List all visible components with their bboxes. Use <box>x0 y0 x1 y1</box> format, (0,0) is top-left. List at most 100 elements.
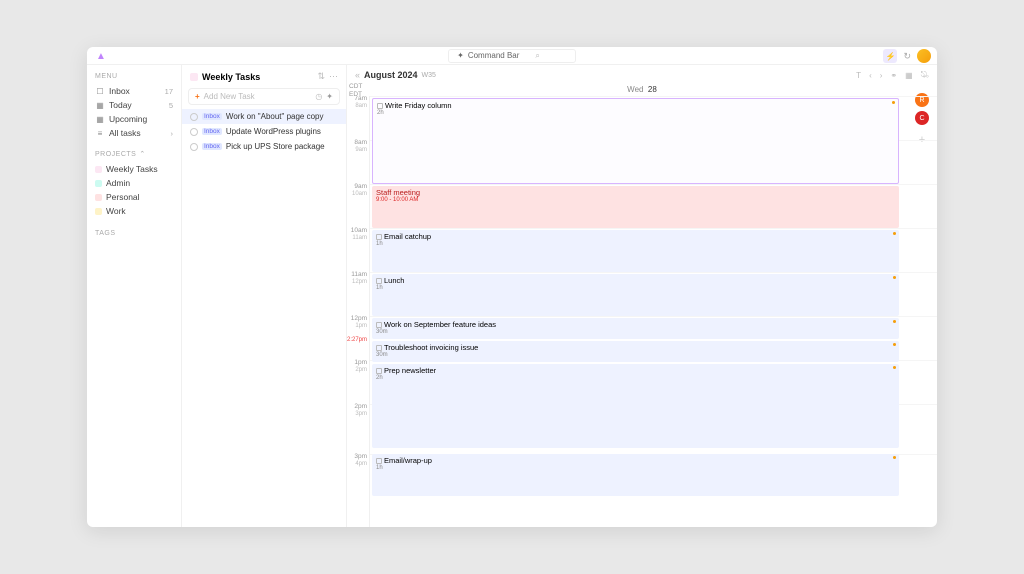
calendar-event[interactable]: Email catchup1h <box>372 230 899 272</box>
sidebar: MENU ☐Inbox17▦Today5▦Upcoming≡All tasks›… <box>87 65 182 527</box>
event-duration: 1h <box>376 285 895 291</box>
sparkle-icon: ✦ <box>457 51 464 60</box>
hour-line <box>370 184 937 185</box>
more-icon[interactable]: ⋯ <box>329 71 338 82</box>
sidebar-item-inbox[interactable]: ☐Inbox17 <box>91 84 177 98</box>
tags-heading[interactable]: TAGS <box>91 228 177 239</box>
add-task-placeholder: Add New Task <box>204 92 312 101</box>
calendar-header: « August 2024 W35 T ‹ › ⚭ ▦ ⎋ <box>347 65 937 83</box>
event-title: Work on September feature ideas <box>384 320 496 329</box>
task-row[interactable]: InboxPick up UPS Store package <box>182 139 346 154</box>
calendar-icon[interactable]: ▦ <box>903 71 915 80</box>
event-title: Prep newsletter <box>384 366 436 375</box>
sidebar-item-today[interactable]: ▦Today5 <box>91 98 177 112</box>
calendar-event[interactable]: Prep newsletter2h <box>372 364 899 448</box>
calendar-panel: « August 2024 W35 T ‹ › ⚭ ▦ ⎋ ◦◦ CDT EDT… <box>347 65 937 527</box>
calendar-body: 7am8am8am9am9am10am10am11am11am12pm12pm1… <box>347 96 937 527</box>
event-checkbox[interactable] <box>376 234 382 240</box>
add-task-input[interactable]: + Add New Task ◷ ✦ <box>188 88 340 105</box>
event-color-dot <box>892 101 895 104</box>
project-color-icon <box>95 180 102 187</box>
main-area: MENU ☐Inbox17▦Today5▦Upcoming≡All tasks›… <box>87 65 937 527</box>
event-checkbox[interactable] <box>376 345 382 351</box>
people-icon[interactable]: ◦◦ <box>923 71 929 81</box>
calendar-event[interactable]: Lunch1h <box>372 274 899 316</box>
current-time-label: 12:27pm <box>347 337 367 343</box>
next-icon[interactable]: › <box>878 71 885 80</box>
event-color-dot <box>893 276 896 279</box>
event-checkbox[interactable] <box>376 458 382 464</box>
task-text: Work on "About" page copy <box>226 112 324 121</box>
nav-label: Upcoming <box>109 114 169 124</box>
project-label: Personal <box>106 192 173 202</box>
project-admin[interactable]: Admin <box>91 176 177 190</box>
project-personal[interactable]: Personal <box>91 190 177 204</box>
task-checkbox[interactable] <box>190 143 198 151</box>
event-checkbox[interactable] <box>376 278 382 284</box>
task-checkbox[interactable] <box>190 128 198 136</box>
project-color-icon <box>95 194 102 201</box>
project-label: Weekly Tasks <box>106 164 173 174</box>
time-column: 7am8am8am9am9am10am10am11am11am12pm12pm1… <box>347 96 369 527</box>
nav-count: 17 <box>165 87 173 96</box>
calendar-event[interactable]: Work on September feature ideas30m <box>372 318 899 339</box>
calendar-event[interactable]: Write Friday column2h <box>372 98 899 184</box>
event-duration: 30m <box>376 329 895 335</box>
nav-icon: ▦ <box>95 101 105 110</box>
event-title: Lunch <box>384 276 404 285</box>
event-checkbox[interactable] <box>376 322 382 328</box>
menu-heading: MENU <box>91 71 177 82</box>
collapse-panel-icon[interactable]: « <box>355 70 360 80</box>
project-work[interactable]: Work <box>91 204 177 218</box>
prev-icon[interactable]: ‹ <box>867 71 874 80</box>
time-label: 12pm1pm <box>351 316 367 329</box>
project-label: Work <box>106 206 173 216</box>
event-color-dot <box>893 343 896 346</box>
tasks-header: Weekly Tasks ⇅ ⋯ <box>182 65 346 86</box>
calendar-event[interactable]: Staff meeting9:00 - 10:00 AM <box>372 186 899 228</box>
event-checkbox[interactable] <box>377 103 383 109</box>
sidebar-item-all-tasks[interactable]: ≡All tasks› <box>91 126 177 140</box>
user-avatar[interactable] <box>917 49 931 63</box>
event-title: Troubleshoot invoicing issue <box>384 343 478 352</box>
nav-count: › <box>171 129 174 138</box>
magic-icon[interactable]: ✦ <box>326 92 333 101</box>
projects-heading[interactable]: PROJECTS ⌃ <box>91 148 177 160</box>
bolt-icon[interactable]: ⚡ <box>883 49 897 63</box>
event-duration: 1h <box>376 465 895 471</box>
search-icon: ⌕ <box>535 51 539 61</box>
event-checkbox[interactable] <box>376 368 382 374</box>
sync-icon[interactable]: ↻ <box>903 51 911 62</box>
topbar-right: ⚡ ↻ <box>883 49 931 63</box>
project-color-icon <box>95 208 102 215</box>
project-weekly-tasks[interactable]: Weekly Tasks <box>91 162 177 176</box>
link-icon[interactable]: ⚭ <box>888 71 899 80</box>
calendar-event[interactable]: Email/wrap-up1h <box>372 454 899 496</box>
nav-label: Today <box>109 100 165 110</box>
app-logo-icon[interactable]: ▲ <box>95 50 107 62</box>
event-color-dot <box>893 320 896 323</box>
sidebar-item-upcoming[interactable]: ▦Upcoming <box>91 112 177 126</box>
events-column[interactable]: Write Friday column2hStaff meeting9:00 -… <box>369 96 937 527</box>
app-window: ▲ ✦ Command Bar ⌕ ⚡ ↻ MENU ☐Inbox17 ▦ Toda… <box>87 47 937 527</box>
calendar-week: W35 <box>422 72 436 79</box>
time-label: 2pm3pm <box>354 404 367 417</box>
topbar: ▲ ✦ Command Bar ⌕ ⚡ ↻ <box>87 47 937 65</box>
task-checkbox[interactable] <box>190 113 198 121</box>
task-row[interactable]: InboxUpdate WordPress plugins <box>182 124 346 139</box>
event-duration: 2h <box>376 375 895 381</box>
inbox-tag: Inbox <box>202 128 222 135</box>
hour-line <box>370 316 937 317</box>
command-bar-label: Command Bar <box>468 51 520 60</box>
task-row[interactable]: Inbox Work on "About" page copy <box>182 109 346 124</box>
time-label: 3pm4pm <box>354 454 367 467</box>
command-bar[interactable]: ✦ Command Bar ⌕ <box>448 49 576 63</box>
calendar-month: August 2024 <box>364 70 418 80</box>
today-button[interactable]: T <box>854 71 863 80</box>
clock-icon[interactable]: ◷ <box>315 92 322 101</box>
inbox-tag: Inbox <box>202 113 222 120</box>
event-duration: 1h <box>376 241 895 247</box>
sort-icon[interactable]: ⇅ <box>317 71 325 82</box>
hour-line <box>370 96 937 97</box>
calendar-event[interactable]: Troubleshoot invoicing issue30m <box>372 341 899 362</box>
